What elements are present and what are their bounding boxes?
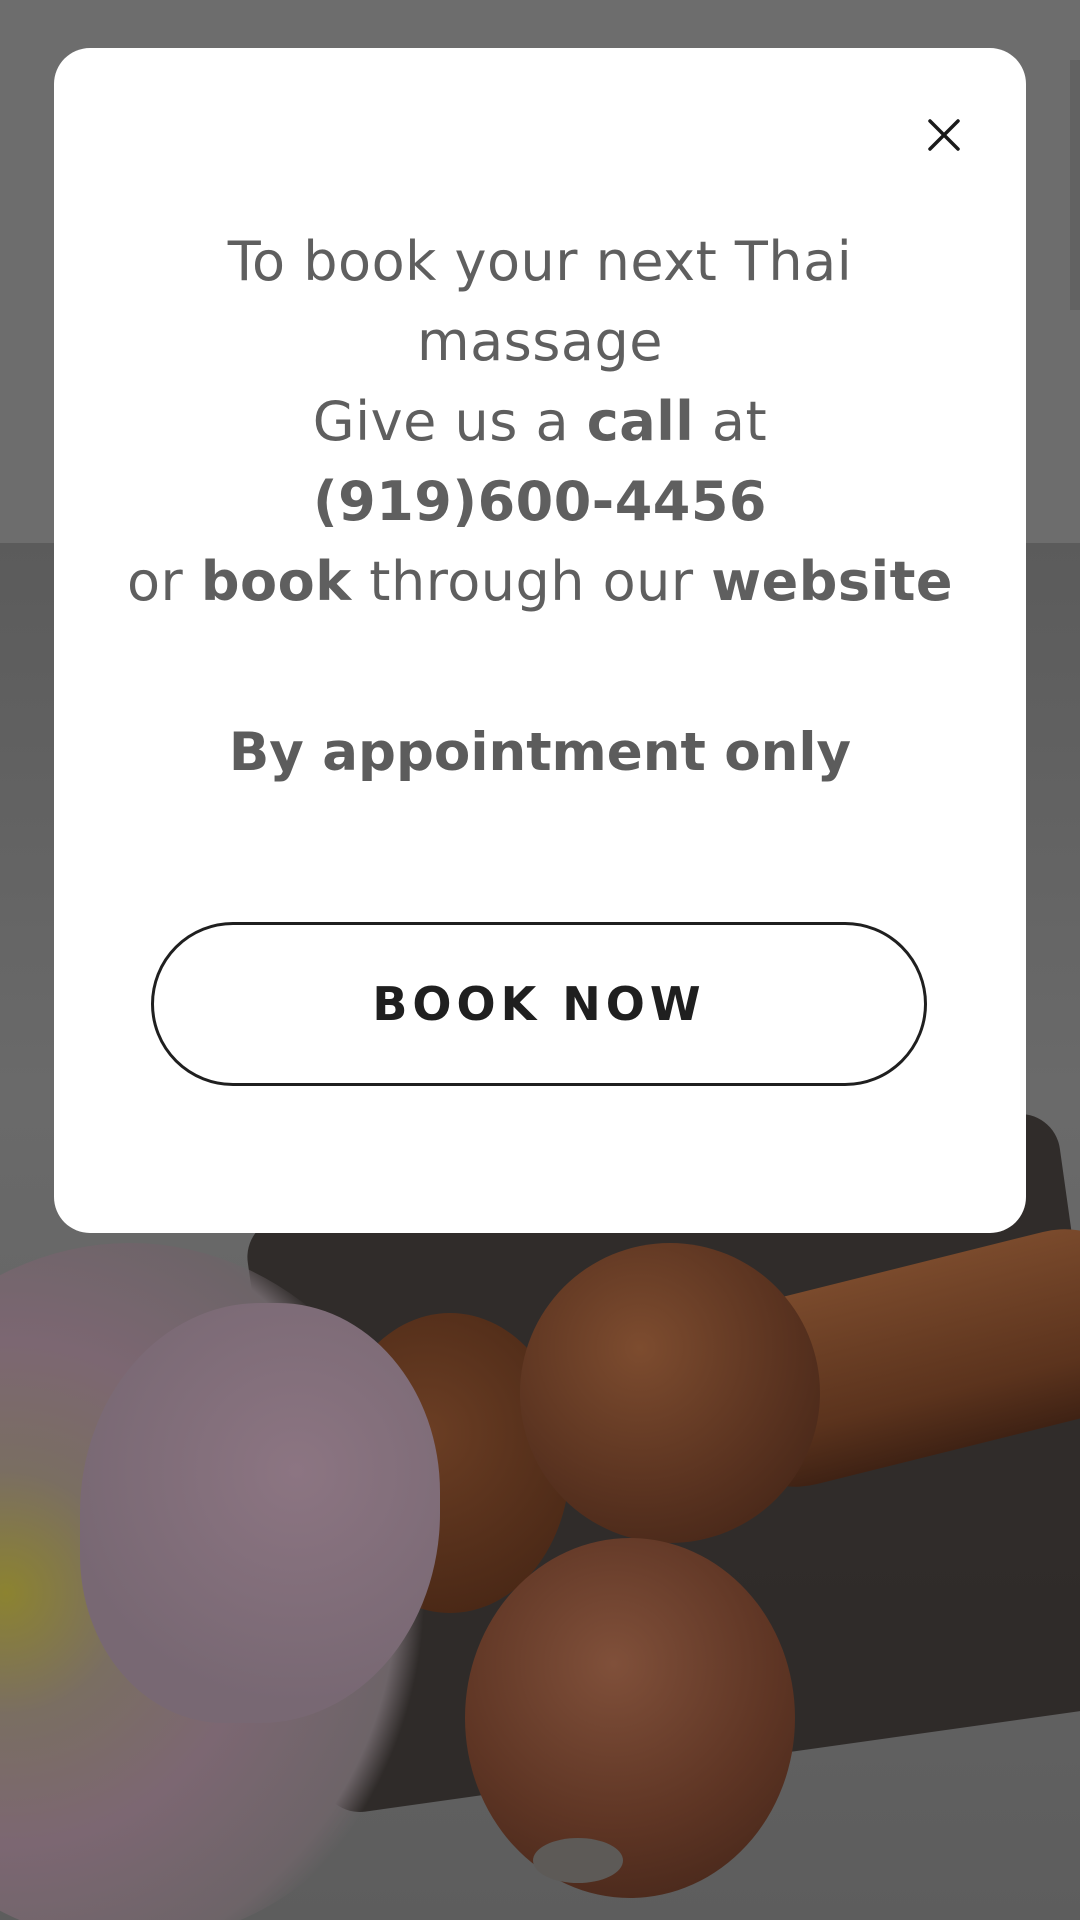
booking-message-line3: or book through our website bbox=[54, 542, 1026, 622]
book-now-button-label: BOOK NOW bbox=[372, 977, 706, 1031]
book-emphasis: book bbox=[200, 550, 352, 613]
website-emphasis: website bbox=[711, 550, 954, 613]
dimmed-scroll-edge bbox=[1070, 60, 1080, 310]
booking-message: To book your next Thai massage Give us a… bbox=[54, 222, 1026, 622]
wooden-ball-shape bbox=[465, 1538, 795, 1898]
flower-petal-shape bbox=[80, 1303, 440, 1723]
appointment-only-note: By appointment only bbox=[228, 722, 852, 783]
text-fragment: or bbox=[126, 550, 201, 613]
booking-message-line1: To book your next Thai massage bbox=[227, 230, 853, 373]
page: To book your next Thai massage Give us a… bbox=[0, 0, 1080, 1920]
text-fragment: through our bbox=[351, 550, 712, 613]
book-now-button[interactable]: BOOK NOW bbox=[151, 922, 927, 1086]
call-emphasis: call bbox=[586, 390, 695, 453]
metal-cap-shape bbox=[533, 1838, 623, 1883]
phone-number: (919)600-4456 bbox=[312, 470, 767, 533]
booking-message-line2: Give us a call at (919)600-4456 bbox=[54, 382, 1026, 542]
text-fragment: at bbox=[694, 390, 768, 453]
close-button[interactable] bbox=[912, 105, 976, 169]
wooden-ball-shape bbox=[520, 1243, 820, 1543]
text-fragment: Give us a bbox=[312, 390, 587, 453]
close-icon bbox=[927, 118, 961, 157]
